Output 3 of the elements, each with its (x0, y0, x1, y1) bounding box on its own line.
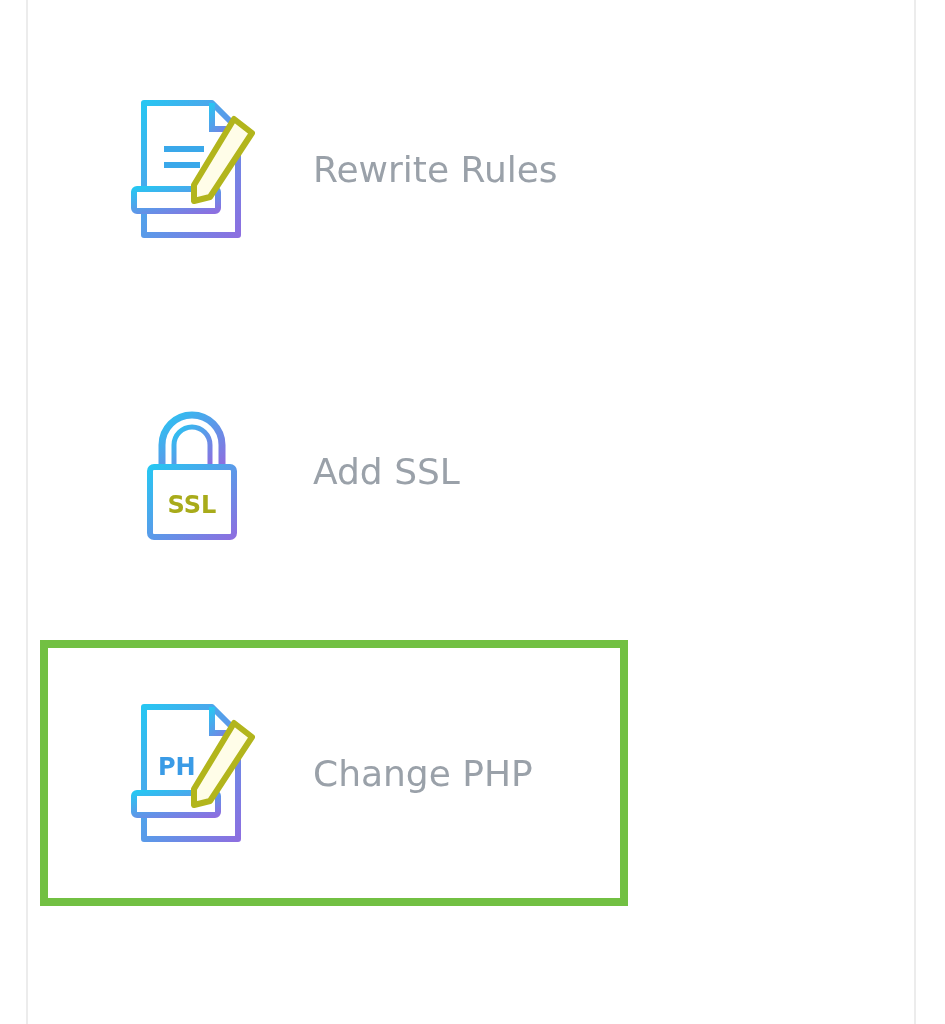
tool-item[interactable]: SSL Add SSL (40, 338, 628, 604)
tool-item[interactable]: PH Change PHP (40, 640, 628, 906)
tool-item[interactable]: Rewrite Rules (40, 36, 628, 302)
